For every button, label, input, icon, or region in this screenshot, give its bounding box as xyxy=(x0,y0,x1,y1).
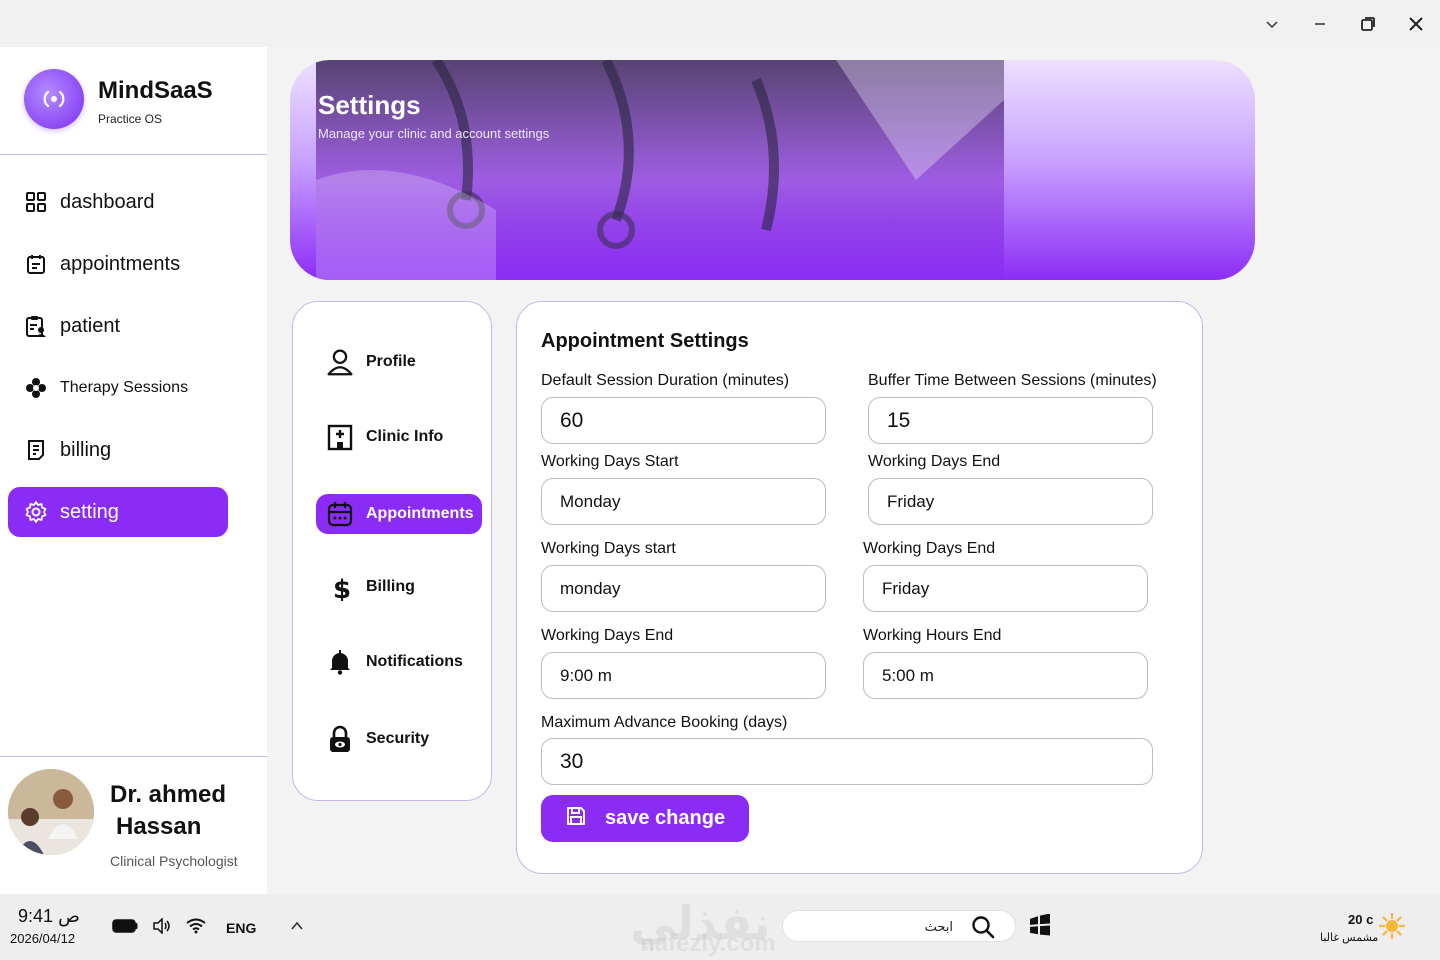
working-days-end-2-select[interactable]: Friday xyxy=(863,565,1148,612)
sidebar-item-billing[interactable]: billing xyxy=(8,425,228,475)
weather-description[interactable]: مشمس غالبا xyxy=(1320,931,1378,944)
dollar-icon: $ xyxy=(326,573,354,601)
user-name-last: Hassan xyxy=(116,813,202,840)
working-hours-end-input[interactable]: 5:00 m xyxy=(863,652,1148,699)
hospital-icon xyxy=(326,423,354,451)
working-days-start-2-label: Working Days start xyxy=(541,540,676,557)
clipboard-user-icon xyxy=(24,314,48,338)
calendar-icon xyxy=(326,500,354,528)
user-icon xyxy=(326,348,354,376)
receipt-icon xyxy=(24,438,48,462)
sidebar-item-setting[interactable]: setting xyxy=(8,487,228,537)
buffer-time-input[interactable]: 15 xyxy=(868,397,1153,444)
grid-icon xyxy=(24,190,48,214)
appointment-settings-card: Appointment Settings Default Session Dur… xyxy=(516,301,1203,874)
working-days-start-2-select[interactable]: monday xyxy=(541,565,826,612)
session-duration-input[interactable]: 60 xyxy=(541,397,826,444)
chevron-down-icon[interactable] xyxy=(1258,10,1286,38)
page-subtitle: Manage your clinic and account settings xyxy=(318,126,550,141)
save-button-label: save change xyxy=(605,807,726,829)
working-hours-start-label: Working Days End xyxy=(541,627,674,644)
tab-security[interactable]: Security xyxy=(316,719,482,759)
buffer-time-label: Buffer Time Between Sessions (minutes) xyxy=(868,372,1157,389)
user-profile[interactable]: Dr. ahmed Hassan Clinical Psychologist xyxy=(0,756,267,894)
title-bar xyxy=(0,0,1440,47)
tab-appointments[interactable]: Appointments xyxy=(316,494,482,534)
clock-ampm: ص xyxy=(58,906,80,926)
sun-icon[interactable] xyxy=(1378,912,1406,940)
tab-label: Profile xyxy=(366,353,416,370)
working-days-start-select[interactable]: Monday xyxy=(541,478,826,525)
user-name-first: Dr. ahmed xyxy=(110,781,227,808)
avatar xyxy=(8,769,94,855)
tab-profile[interactable]: Profile xyxy=(316,342,482,382)
tab-label: Billing xyxy=(366,578,415,595)
search-placeholder: ابحث xyxy=(924,919,953,934)
sidebar-item-appointments[interactable]: appointments xyxy=(8,239,228,289)
sidebar-item-therapy-sessions[interactable]: Therapy Sessions xyxy=(8,363,228,413)
weather-temperature[interactable]: 20 c xyxy=(1348,912,1373,927)
brand-tagline: Practice OS xyxy=(98,112,163,126)
working-hours-end-label: Working Hours End xyxy=(863,627,1002,644)
wifi-icon[interactable] xyxy=(186,918,206,939)
working-hours-start-input[interactable]: 9:00 m xyxy=(541,652,826,699)
card-title: Appointment Settings xyxy=(541,330,749,352)
max-advance-booking-input[interactable]: 30 xyxy=(541,738,1153,785)
user-role: Clinical Psychologist xyxy=(110,853,238,869)
working-days-end-2-label: Working Days End xyxy=(863,540,996,557)
brand-logo xyxy=(24,69,84,129)
sidebar-item-dashboard[interactable]: dashboard xyxy=(8,177,228,227)
sidebar-item-label: dashboard xyxy=(60,190,155,213)
bell-icon xyxy=(326,648,354,676)
page-title: Settings xyxy=(318,90,421,120)
sidebar-item-label: setting xyxy=(60,500,119,523)
chevron-up-icon[interactable] xyxy=(290,919,304,938)
lock-icon xyxy=(326,725,354,753)
calendar-icon xyxy=(24,252,48,276)
tab-billing[interactable]: $ Billing xyxy=(316,567,482,607)
session-duration-label: Default Session Duration (minutes) xyxy=(541,372,790,389)
settings-tabs: Profile Clinic Info Appointments $ Billi… xyxy=(292,301,492,801)
save-icon xyxy=(565,805,587,833)
tab-label: Appointments xyxy=(366,505,474,522)
tab-label: Notifications xyxy=(366,653,463,670)
minimize-icon[interactable] xyxy=(1306,10,1334,38)
working-days-end-label: Working Days End xyxy=(868,453,1001,470)
working-days-end-select[interactable]: Friday xyxy=(868,478,1153,525)
tab-label: Clinic Info xyxy=(366,428,444,445)
taskbar-clock[interactable]: ص 9:41 xyxy=(10,906,80,927)
tab-notifications[interactable]: Notifications xyxy=(316,642,482,682)
brand-name: MindSaaS xyxy=(98,77,213,104)
tab-clinic-info[interactable]: Clinic Info xyxy=(316,417,482,457)
language-indicator[interactable]: ENG xyxy=(226,920,256,936)
sidebar-item-label: patient xyxy=(60,314,121,337)
save-button[interactable]: save change xyxy=(541,795,749,842)
tab-label: Security xyxy=(366,730,430,747)
search-icon xyxy=(971,915,995,944)
brand: MindSaaS Practice OS xyxy=(0,47,267,155)
sidebar-item-label: billing xyxy=(60,438,112,461)
sidebar: MindSaaS Practice OS dashboard appointme… xyxy=(0,47,267,894)
watermark-url: nafezly.com xyxy=(640,930,776,957)
flower-icon xyxy=(24,376,48,400)
sidebar-item-patient[interactable]: patient xyxy=(8,301,228,351)
svg-text:$: $ xyxy=(333,575,351,601)
battery-icon[interactable] xyxy=(112,919,138,938)
taskbar: ص 9:41 2026/04/12 ENG نفذلي nafezly.com … xyxy=(0,894,1440,960)
start-icon[interactable] xyxy=(1028,913,1052,943)
tray-icons xyxy=(112,917,206,939)
taskbar-date[interactable]: 2026/04/12 xyxy=(10,931,75,946)
close-icon[interactable] xyxy=(1402,10,1430,38)
gear-icon xyxy=(24,500,48,524)
restore-icon[interactable] xyxy=(1354,10,1382,38)
sidebar-item-label: Therapy Sessions xyxy=(60,379,189,396)
clock-time: 9:41 xyxy=(18,906,54,926)
max-advance-booking-label: Maximum Advance Booking (days) xyxy=(541,714,788,731)
working-days-start-label: Working Days Start xyxy=(541,453,679,470)
hero-banner: Settings Manage your clinic and account … xyxy=(290,60,1255,280)
taskbar-search[interactable]: ابحث xyxy=(782,910,1016,942)
volume-icon[interactable] xyxy=(152,917,172,939)
sidebar-item-label: appointments xyxy=(60,252,181,275)
